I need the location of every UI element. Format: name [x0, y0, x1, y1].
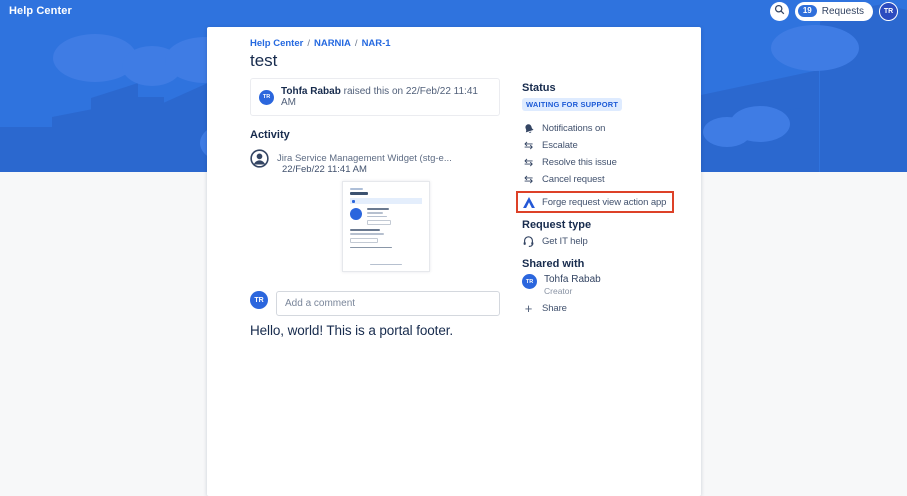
search-icon: [774, 2, 785, 20]
share-button[interactable]: + Share: [522, 300, 682, 317]
thumb-shape: [350, 233, 384, 235]
shared-person-name: Tohfa Rabab: [544, 274, 601, 285]
commenter-avatar: TR: [250, 291, 268, 309]
user-avatar[interactable]: TR: [879, 1, 898, 21]
activity-heading: Activity: [250, 129, 290, 141]
transition-glyph: ⇆: [523, 173, 534, 186]
breadcrumb-separator: /: [354, 38, 358, 49]
activity-meta: Jira Service Management Widget (stg-e...…: [277, 149, 500, 175]
request-type-value: Get IT help: [522, 233, 682, 250]
requester-card: TR Tohfa Rabab raised this on 22/Feb/22 …: [250, 78, 500, 116]
shared-person-meta: Tohfa Rabab Creator: [544, 274, 601, 296]
thumb-shape: [367, 212, 383, 214]
red-highlight-annotation: Forge request view action app: [516, 191, 675, 213]
thumb-shape: [367, 208, 389, 210]
activity-entry: Jira Service Management Widget (stg-e...…: [250, 149, 500, 175]
comment-composer: TR: [250, 291, 500, 316]
action-label: Forge request view action app: [542, 196, 667, 208]
person-avatar-icon: [250, 149, 269, 173]
thumb-shape: [350, 229, 380, 231]
topbar-controls: 19 Requests TR: [769, 1, 898, 21]
transition-arrows-icon: ⇆: [522, 157, 535, 168]
sidebar-action-cancel[interactable]: ⇆ Cancel request: [522, 171, 682, 188]
reporter-avatar: TR: [259, 89, 274, 105]
thumb-shape: [350, 237, 378, 243]
action-label: Notifications on: [542, 123, 606, 134]
reporter-name: Tohfa Rabab: [281, 86, 341, 97]
thumb-shape: [350, 208, 422, 225]
sidebar-action-resolve[interactable]: ⇆ Resolve this issue: [522, 154, 682, 171]
thumb-shape: [367, 215, 387, 217]
activity-author: Jira Service Management Widget (stg-e...: [277, 153, 452, 164]
requests-button[interactable]: 19 Requests: [794, 1, 873, 21]
requests-label: Requests: [821, 5, 864, 17]
breadcrumb-separator: /: [307, 38, 310, 49]
headset-icon: [522, 235, 535, 248]
thumb-shape: [350, 192, 368, 195]
detail-sidebar: Status WAITING FOR SUPPORT Notifications…: [516, 27, 682, 317]
action-label: Escalate: [542, 140, 578, 151]
share-label: Share: [542, 303, 567, 314]
breadcrumb-help-center[interactable]: Help Center: [250, 38, 303, 49]
thumb-shape: [350, 246, 392, 248]
sidebar-action-forge-app[interactable]: Forge request view action app: [522, 195, 666, 209]
request-type-heading: Request type: [522, 219, 592, 231]
breadcrumb-issue-key[interactable]: NAR-1: [362, 38, 391, 49]
thumb-shape: [352, 199, 355, 203]
activity-timestamp: 22/Feb/22 11:41 AM: [282, 164, 367, 175]
thumb-shape: [350, 198, 422, 204]
thumb-shape: [350, 208, 362, 220]
page-title: test: [250, 51, 278, 70]
transition-arrows-icon: ⇆: [522, 174, 535, 185]
thumb-shape: [350, 188, 363, 190]
transition-glyph: ⇆: [523, 139, 534, 152]
thumb-shape: [350, 229, 422, 243]
transition-glyph: ⇆: [523, 156, 534, 169]
requests-count-badge: 19: [797, 5, 817, 17]
plus-icon: +: [522, 302, 535, 315]
breadcrumb-project[interactable]: NARNIA: [314, 38, 351, 49]
action-label: Resolve this issue: [542, 157, 617, 168]
requester-line: Tohfa Rabab raised this on 22/Feb/22 11:…: [281, 86, 491, 108]
thumb-shape: [350, 263, 422, 265]
forge-app-icon: [522, 196, 535, 208]
shared-person-avatar: TR: [522, 274, 537, 289]
action-label: Cancel request: [542, 174, 605, 185]
breadcrumb: Help Center / NARNIA / NAR-1: [250, 38, 500, 49]
bell-icon: [522, 123, 535, 135]
thumb-shape: [367, 208, 422, 225]
thumb-shape: [370, 263, 402, 265]
top-bar: Help Center 19 Requests TR: [0, 0, 907, 22]
shared-person: TR Tohfa Rabab Creator: [522, 274, 682, 296]
sidebar-action-escalate[interactable]: ⇆ Escalate: [522, 137, 682, 154]
status-heading: Status: [522, 82, 556, 94]
thumb-shape: [367, 220, 391, 225]
status-badge: WAITING FOR SUPPORT: [522, 98, 623, 111]
help-center-brand-link[interactable]: Help Center: [9, 5, 72, 17]
attachment-thumbnail[interactable]: [342, 181, 430, 272]
search-button[interactable]: [769, 1, 789, 21]
plus-glyph: +: [524, 301, 533, 316]
shared-person-role: Creator: [544, 286, 573, 296]
transition-arrows-icon: ⇆: [522, 140, 535, 151]
sidebar-actions: Notifications on ⇆ Escalate ⇆ Resolve th…: [516, 120, 682, 213]
sidebar-action-notifications[interactable]: Notifications on: [522, 120, 682, 137]
portal-footer-text: Hello, world! This is a portal footer.: [250, 323, 454, 338]
shared-with-heading: Shared with: [522, 258, 585, 270]
request-type-label: Get IT help: [542, 236, 588, 247]
main-column: Help Center / NARNIA / NAR-1 test TR Tohfa R…: [250, 27, 500, 338]
comment-input[interactable]: [276, 291, 500, 316]
request-detail-card: Help Center / NARNIA / NAR-1 test TR Tohfa R…: [207, 27, 701, 496]
